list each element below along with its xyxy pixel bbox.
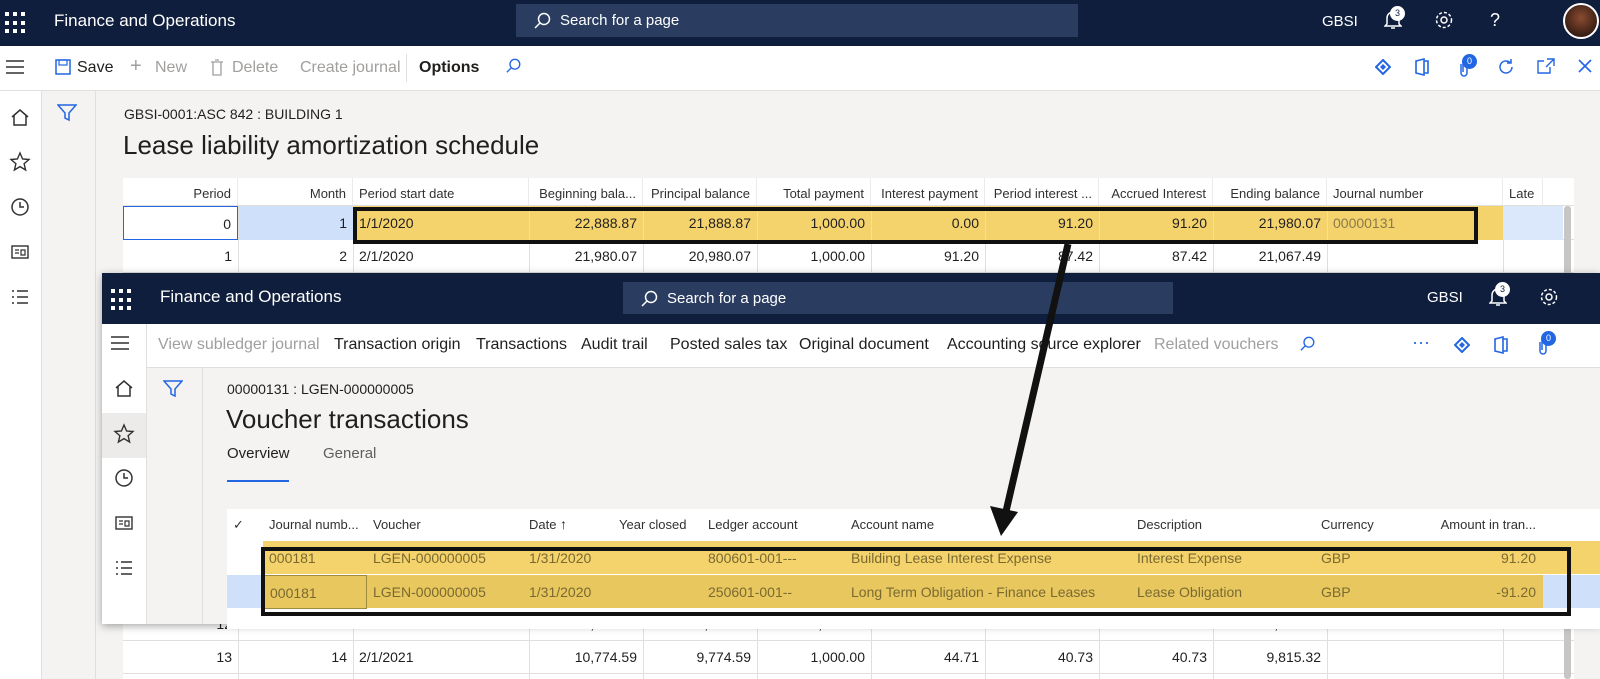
highlight-box-schedule bbox=[353, 207, 1478, 244]
arrow-line bbox=[1000, 243, 1072, 521]
annotation-layer bbox=[261, 207, 1571, 616]
arrow-head bbox=[990, 506, 1018, 536]
highlight-box-voucher bbox=[261, 547, 1571, 616]
